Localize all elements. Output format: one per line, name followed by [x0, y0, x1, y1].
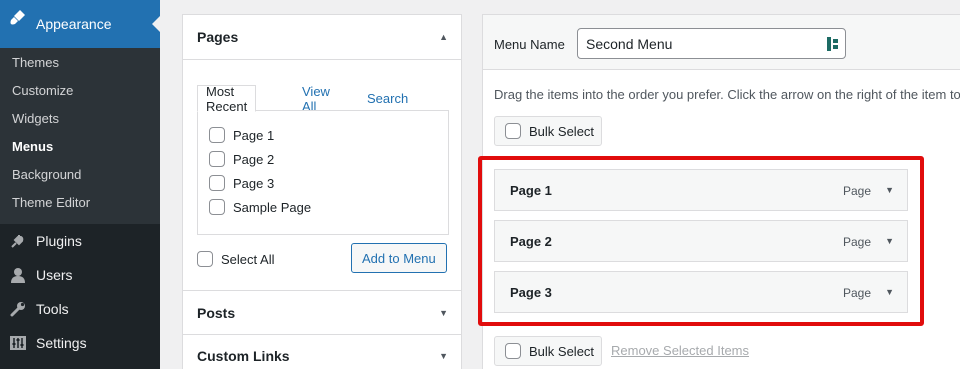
menu-name-bar: Menu Name Second Menu: [483, 15, 960, 70]
menu-name-value: Second Menu: [586, 35, 673, 52]
appearance-submenu: Themes Customize Widgets Menus Backgroun…: [0, 48, 160, 224]
menu-tools[interactable]: Tools: [0, 292, 160, 326]
page-label: Page 2: [233, 151, 275, 167]
submenu-customize[interactable]: Customize: [12, 83, 73, 98]
users-icon: [9, 266, 27, 284]
bulk-select-button[interactable]: Bulk Select: [494, 116, 602, 146]
menu-item-title: Page 2: [510, 234, 552, 249]
password-manager-icon[interactable]: [827, 37, 839, 51]
menu-tools-label: Tools: [36, 301, 69, 317]
menu-plugins[interactable]: Plugins: [0, 224, 160, 258]
menu-users-label: Users: [36, 267, 73, 283]
paintbrush-icon: [9, 8, 27, 26]
checkbox[interactable]: [209, 127, 225, 143]
tab-search[interactable]: Search: [359, 85, 416, 112]
posts-accordion-header[interactable]: Posts ▼: [183, 291, 461, 335]
page-checkbox-row[interactable]: Page 2: [209, 151, 274, 167]
checkbox[interactable]: [209, 175, 225, 191]
page-checkbox-row[interactable]: Page 1: [209, 127, 274, 143]
menu-settings-label: Settings: [36, 335, 87, 351]
bulk-select-checkbox[interactable]: [505, 343, 521, 359]
custom-links-accordion-header[interactable]: Custom Links ▼: [183, 334, 461, 369]
page-label: Page 1: [233, 127, 275, 143]
page-checkbox-row[interactable]: Page 3: [209, 175, 274, 191]
bulk-select-checkbox[interactable]: [505, 123, 521, 139]
submenu-themes[interactable]: Themes: [12, 55, 59, 70]
page-label: Sample Page: [233, 199, 312, 215]
page-label: Page 3: [233, 175, 275, 191]
menu-item[interactable]: Page 2 Page ▼: [494, 220, 908, 262]
menu-item[interactable]: Page 1 Page ▼: [494, 169, 908, 211]
expand-arrow-icon[interactable]: ▼: [439, 351, 448, 361]
admin-sidebar: Appearance Themes Customize Widgets Menu…: [0, 0, 160, 369]
submenu-background[interactable]: Background: [12, 167, 81, 182]
menu-item[interactable]: Page 3 Page ▼: [494, 271, 908, 313]
wrench-icon: [9, 300, 27, 318]
add-to-menu-button[interactable]: Add to Menu: [351, 243, 447, 273]
remove-selected-items-link[interactable]: Remove Selected Items: [611, 343, 749, 358]
menu-appearance[interactable]: Appearance: [0, 0, 160, 48]
menu-settings[interactable]: Settings: [0, 326, 160, 360]
submenu-widgets[interactable]: Widgets: [12, 111, 59, 126]
tab-most-recent[interactable]: Most Recent: [197, 84, 257, 114]
drag-instructions: Drag the items into the order you prefer…: [494, 87, 960, 102]
expand-arrow-icon[interactable]: ▼: [439, 308, 448, 318]
item-expand-arrow-icon[interactable]: ▼: [885, 236, 894, 246]
menu-item-title: Page 1: [510, 183, 552, 198]
menu-name-label: Menu Name: [494, 37, 565, 52]
pages-heading: Pages: [197, 29, 239, 45]
select-all-label: Select All: [221, 251, 275, 267]
divider: [183, 59, 461, 60]
posts-heading: Posts: [197, 305, 236, 321]
bulk-select-label: Bulk Select: [529, 343, 595, 359]
menu-name-input[interactable]: Second Menu: [577, 28, 846, 59]
pages-checklist: Page 1 Page 2 Page 3 Sample Page: [197, 110, 449, 235]
add-menu-items-panel: Pages ▲ Most Recent View All Search Page…: [182, 14, 462, 369]
submenu-theme-editor[interactable]: Theme Editor: [12, 195, 90, 210]
tab-view-all[interactable]: View All: [294, 84, 338, 114]
select-all-checkbox[interactable]: [197, 251, 213, 267]
bulk-select-button-bottom[interactable]: Bulk Select: [494, 336, 602, 366]
page-checkbox-row[interactable]: Sample Page: [209, 199, 311, 215]
menu-item-type: Page: [842, 235, 871, 249]
pages-accordion-header[interactable]: Pages ▲: [183, 15, 461, 59]
checkbox[interactable]: [209, 151, 225, 167]
plugin-icon: [9, 232, 27, 250]
checkbox[interactable]: [209, 199, 225, 215]
select-all[interactable]: Select All: [197, 251, 274, 267]
bulk-select-label: Bulk Select: [529, 123, 595, 139]
submenu-menus[interactable]: Menus: [12, 139, 53, 154]
menu-users[interactable]: Users: [0, 258, 160, 292]
menu-structure-panel: Menu Name Second Menu Drag the items int…: [482, 14, 960, 369]
menu-item-type: Page: [842, 184, 871, 198]
item-expand-arrow-icon[interactable]: ▼: [885, 185, 894, 195]
menu-appearance-label: Appearance: [36, 16, 112, 32]
settings-icon: [9, 334, 27, 352]
menu-plugins-label: Plugins: [36, 233, 82, 249]
item-expand-arrow-icon[interactable]: ▼: [885, 287, 894, 297]
menu-item-title: Page 3: [510, 285, 552, 300]
collapse-arrow-icon[interactable]: ▲: [439, 32, 448, 42]
custom-links-heading: Custom Links: [197, 348, 290, 364]
menu-item-type: Page: [842, 286, 871, 300]
